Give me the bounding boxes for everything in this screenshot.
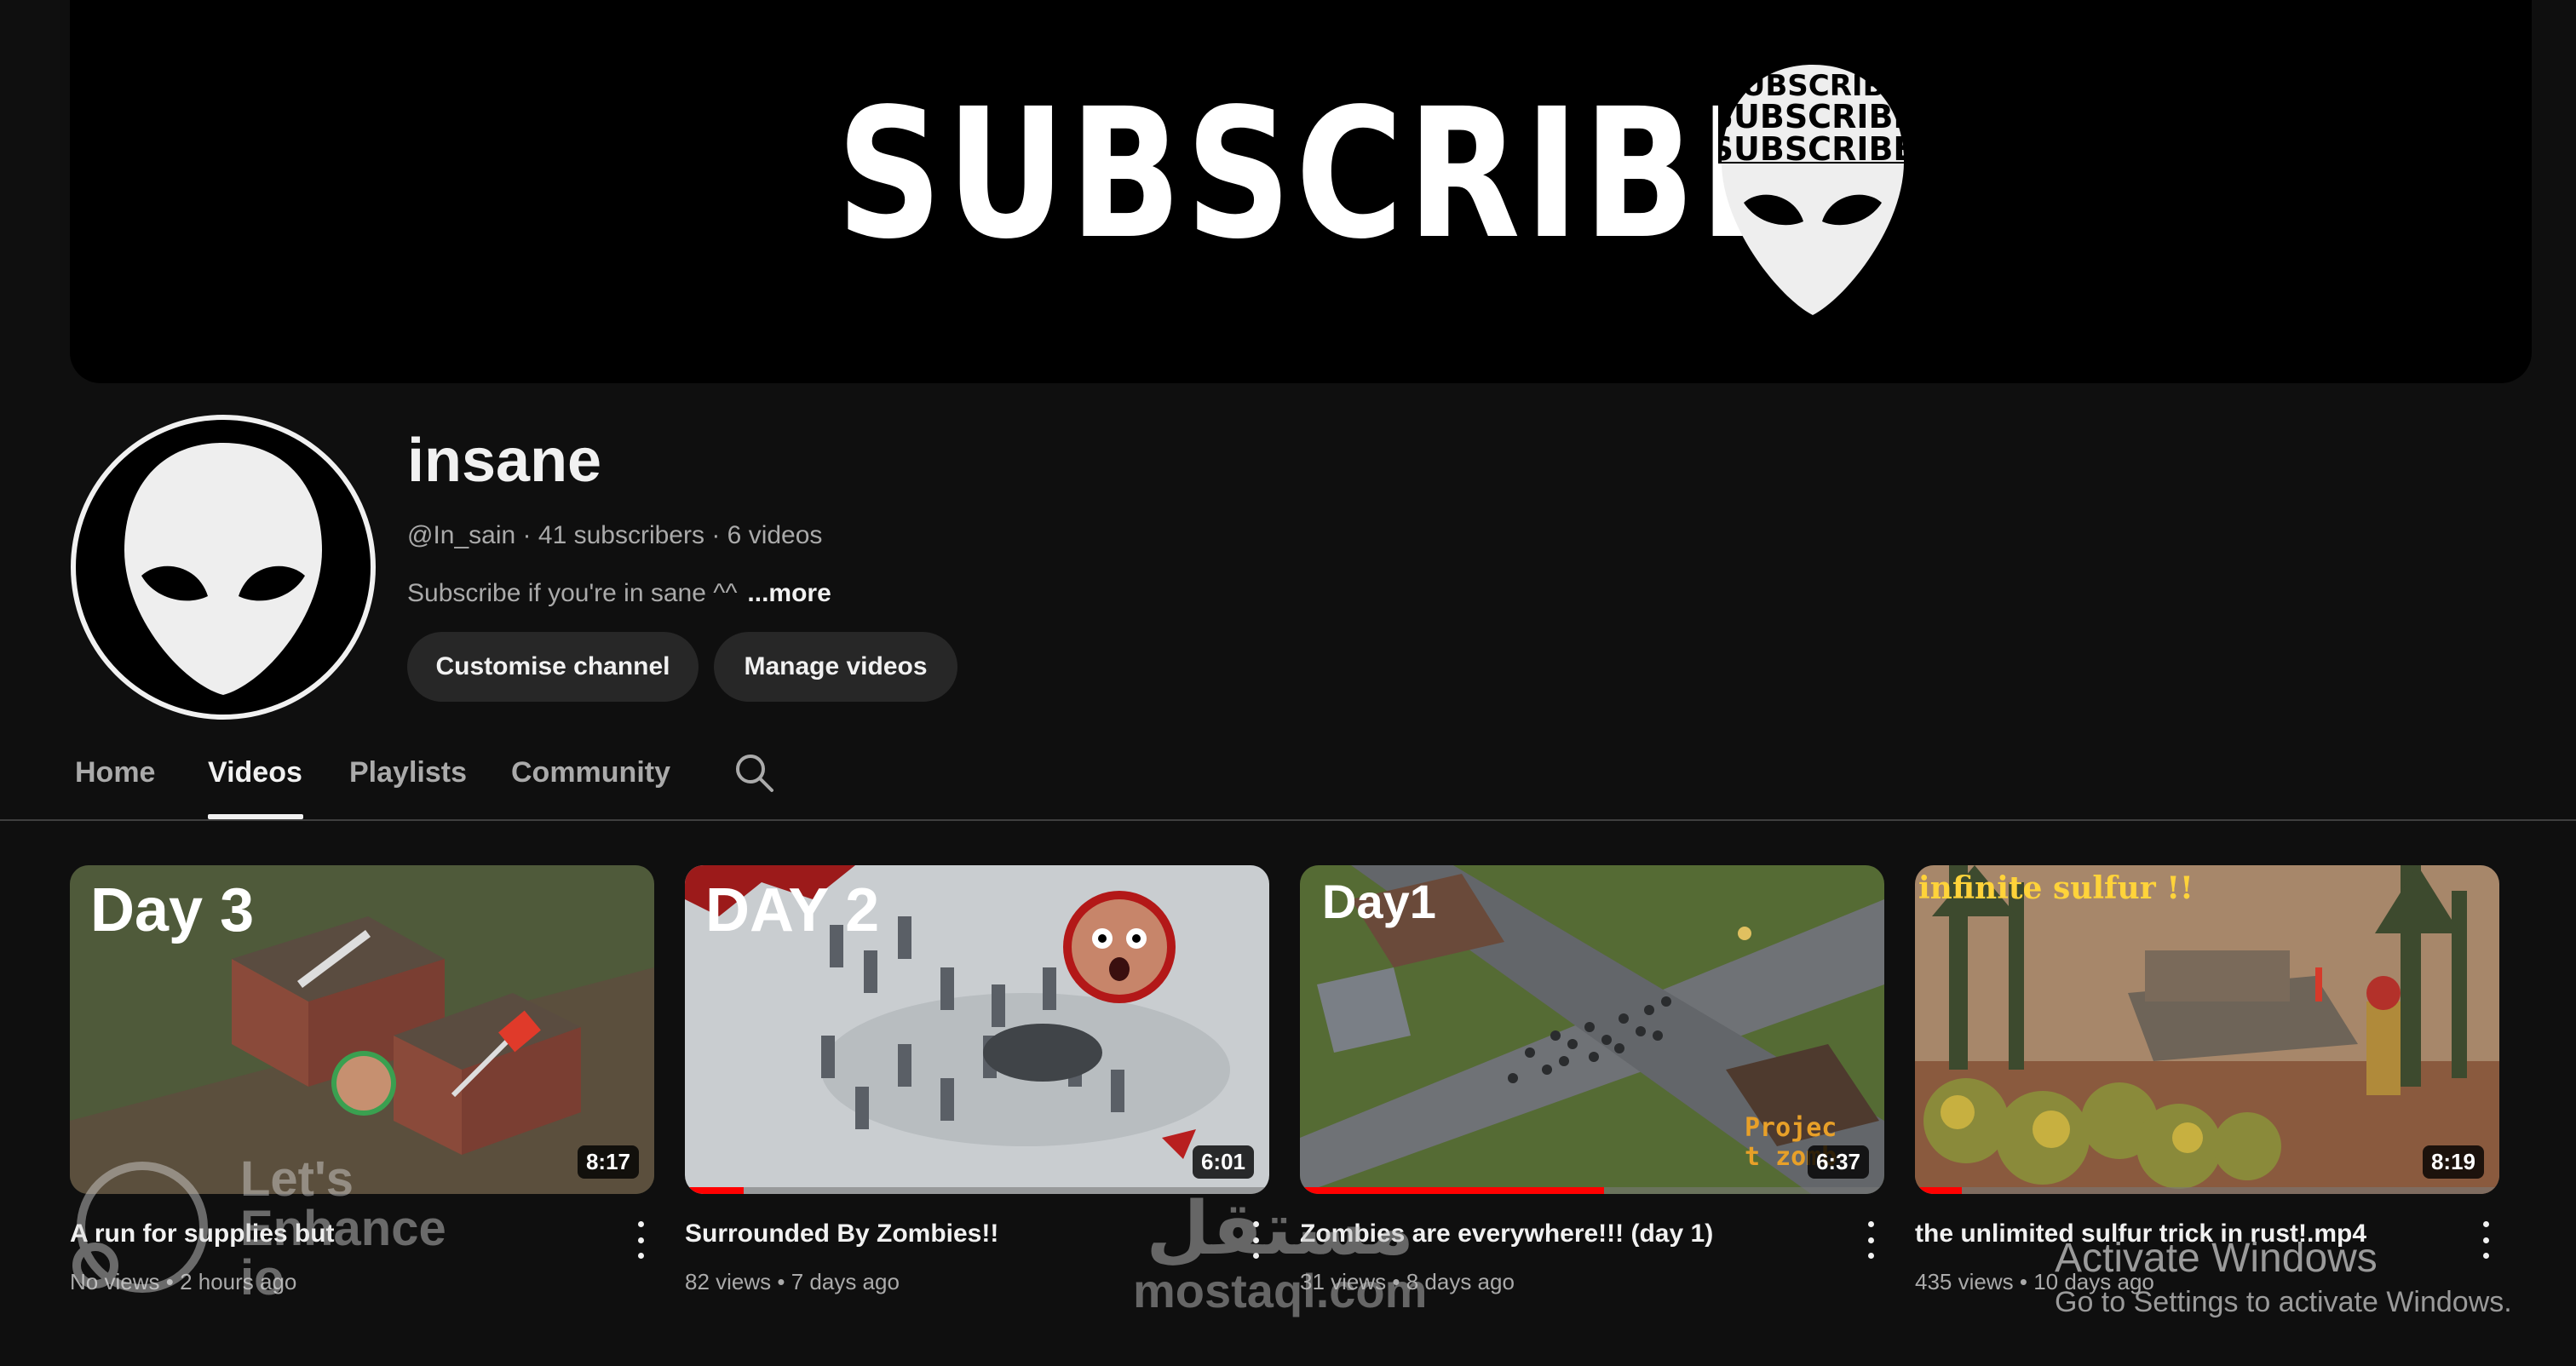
video-thumbnail[interactable]: DAY 2 6:01	[685, 865, 1269, 1194]
video-duration: 6:37	[1807, 1145, 1869, 1179]
meta-separator: ·	[522, 521, 532, 549]
alien-logo-icon: SUBSCRIBE SUBSCRIBE SUBSCRIBE	[1718, 60, 1907, 315]
enhance-word-3: io	[240, 1250, 285, 1306]
channel-avatar	[71, 415, 376, 720]
video-duration: 8:19	[2422, 1145, 2484, 1179]
video-card[interactable]: Day 3 8:17 A run for supplies but No vie…	[70, 865, 654, 1294]
video-card[interactable]: infinite sulfur !! 8:19 the unlimited su…	[1915, 865, 2499, 1294]
watch-progress	[1915, 1187, 1962, 1194]
tab-playlists[interactable]: Playlists	[349, 756, 467, 789]
channel-description[interactable]: Subscribe if you're in sane ^^ ...more	[407, 579, 831, 608]
manage-videos-button[interactable]: Manage videos	[714, 632, 957, 702]
search-icon[interactable]	[733, 751, 775, 794]
customise-channel-button[interactable]: Customise channel	[407, 632, 699, 702]
subscriber-count: 41 subscribers	[538, 521, 704, 549]
meta-separator: •	[2019, 1269, 2027, 1294]
enhance-watermark: Let's Enhance io	[70, 1155, 479, 1308]
more-actions-icon[interactable]	[1862, 1221, 1879, 1259]
enhance-word-2: Enhance	[240, 1201, 446, 1256]
watch-progress-track	[1915, 1187, 2499, 1194]
thumbnail-scene-sulfur	[1915, 865, 2499, 1194]
channel-tabs: Home Videos Playlists Community	[0, 741, 2576, 821]
tab-home[interactable]: Home	[75, 756, 155, 789]
watch-progress	[685, 1187, 744, 1194]
enhance-logo-icon	[72, 1162, 208, 1293]
video-thumbnail[interactable]: Day1 Project zomb 6:37	[1300, 865, 1884, 1194]
video-thumbnail[interactable]: Day 3 8:17	[70, 865, 654, 1194]
tab-videos[interactable]: Videos	[208, 756, 302, 789]
tab-community[interactable]: Community	[511, 756, 670, 789]
active-tab-indicator	[208, 814, 303, 819]
meta-separator: •	[777, 1269, 785, 1294]
video-card[interactable]: DAY 2 6:01 Surrounded By Zombies!! 82 vi…	[685, 865, 1269, 1294]
more-link[interactable]: ...more	[747, 579, 831, 607]
channel-meta: @In_sain · 41 subscribers · 6 videos	[407, 521, 822, 550]
more-actions-icon[interactable]	[632, 1221, 649, 1259]
view-count: 82 views	[685, 1269, 772, 1294]
mostaql-arabic-text: مستقل	[1146, 1186, 1414, 1271]
activate-subtitle: Go to Settings to activate Windows.	[2055, 1286, 2512, 1318]
enhance-word-1: Let's	[240, 1151, 354, 1207]
activate-title: Activate Windows	[2055, 1236, 2378, 1281]
video-duration: 6:01	[1192, 1145, 1254, 1179]
mostaql-watermark: مستقل mostaql.com	[1133, 1192, 1427, 1317]
description-text: Subscribe if you're in sane ^^	[407, 579, 738, 607]
channel-banner: SUBSCRIBE SUBSCRIBE SUBSCRIBE SUBSCRIBE	[70, 0, 2532, 383]
banner-alien-word-3: SUBSCRIBE	[1718, 130, 1907, 168]
view-count: 435 views	[1915, 1269, 2014, 1294]
meta-separator: ·	[711, 521, 721, 549]
channel-handle[interactable]: @In_sain	[407, 521, 515, 549]
video-meta: 82 views • 7 days ago	[685, 1269, 900, 1295]
video-thumbnail[interactable]: infinite sulfur !! 8:19	[1915, 865, 2499, 1194]
thumbnail-text: DAY 2	[705, 876, 880, 944]
windows-activation-notice: Activate Windows Go to Settings to activ…	[2055, 1235, 2512, 1322]
video-duration: 8:17	[577, 1145, 639, 1179]
banner-subscribe-text: SUBSCRIBE	[837, 70, 1804, 278]
video-count: 6 videos	[727, 521, 823, 549]
thumbnail-text: Day1	[1322, 875, 1436, 928]
upload-age: 7 days ago	[791, 1269, 900, 1294]
thumbnail-text: infinite sulfur !!	[1918, 870, 2194, 906]
mostaql-url-text: mostaql.com	[1133, 1264, 1428, 1317]
channel-name: insane	[407, 427, 602, 495]
video-card[interactable]: Day1 Project zomb 6:37 Zombies are every…	[1300, 865, 1884, 1294]
thumbnail-text: Day 3	[90, 876, 255, 944]
